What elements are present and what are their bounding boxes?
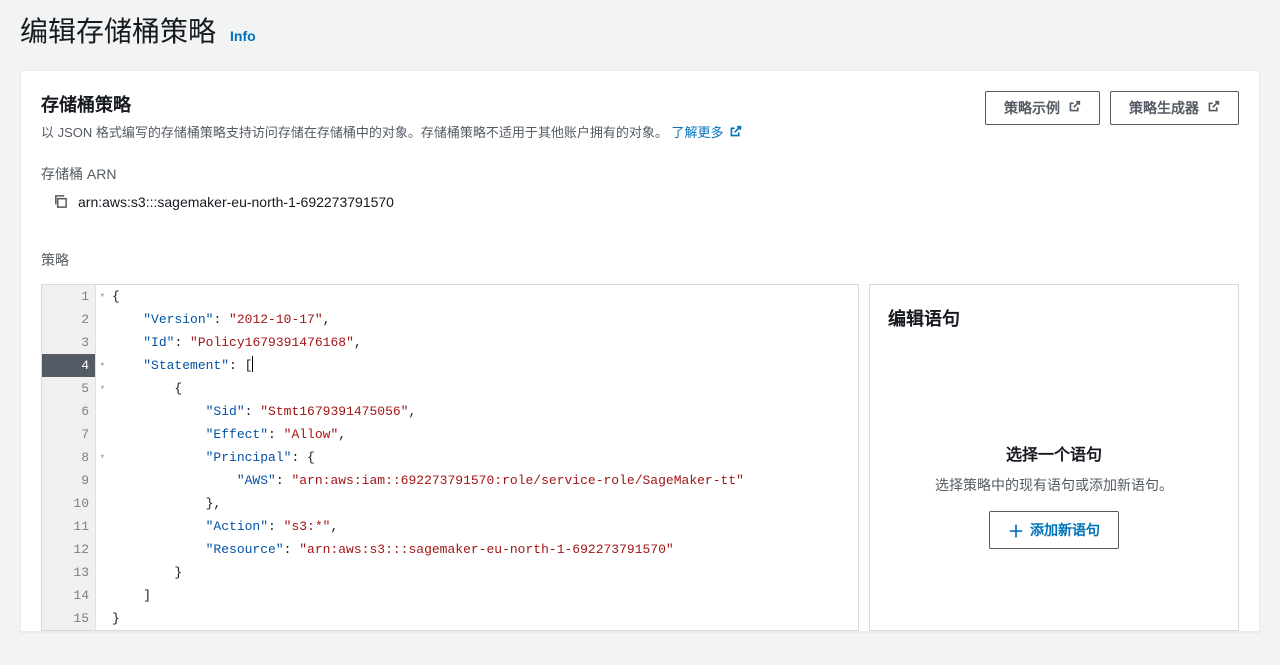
code-line[interactable]: 6 "Sid": "Stmt1679391475056",: [42, 400, 858, 423]
line-number[interactable]: 2: [42, 308, 96, 331]
cursor: [252, 356, 253, 372]
policy-generator-button[interactable]: 策略生成器: [1110, 91, 1239, 125]
policy-card: 存储桶策略 以 JSON 格式编写的存储桶策略支持访问存储在存储桶中的对象。存储…: [20, 70, 1260, 632]
card-title: 存储桶策略: [41, 91, 985, 117]
code-line[interactable]: 10 },: [42, 492, 858, 515]
code-content[interactable]: "Action": "s3:*",: [96, 515, 338, 538]
line-number[interactable]: 3: [42, 331, 96, 354]
policy-examples-button[interactable]: 策略示例: [985, 91, 1100, 125]
code-line[interactable]: 9 "AWS": "arn:aws:iam::692273791570:role…: [42, 469, 858, 492]
learn-more-link[interactable]: 了解更多: [672, 125, 743, 140]
line-number[interactable]: 14: [42, 584, 96, 607]
line-number[interactable]: 15: [42, 607, 96, 630]
line-number[interactable]: 13: [42, 561, 96, 584]
code-editor[interactable]: 1{2 "Version": "2012-10-17",3 "Id": "Pol…: [41, 284, 859, 631]
line-number[interactable]: 6: [42, 400, 96, 423]
statement-panel: 编辑语句 选择一个语句 选择策略中的现有语句或添加新语句。 ＋ 添加新语句: [869, 284, 1239, 631]
code-content[interactable]: "Statement": [: [96, 354, 253, 377]
code-content[interactable]: {: [96, 377, 182, 400]
code-content[interactable]: "Effect": "Allow",: [96, 423, 346, 446]
arn-value: arn:aws:s3:::sagemaker-eu-north-1-692273…: [78, 194, 394, 210]
card-description-text: 以 JSON 格式编写的存储桶策略支持访问存储在存储桶中的对象。存储桶策略不适用…: [41, 125, 668, 140]
code-content[interactable]: "Version": "2012-10-17",: [96, 308, 330, 331]
code-content[interactable]: }: [96, 607, 120, 630]
code-line[interactable]: 13 }: [42, 561, 858, 584]
info-link[interactable]: Info: [230, 28, 256, 44]
add-statement-label: 添加新语句: [1030, 520, 1100, 540]
code-content[interactable]: },: [96, 492, 221, 515]
page-header: 编辑存储桶策略 Info: [0, 0, 1280, 70]
line-number[interactable]: 8: [42, 446, 96, 469]
line-number[interactable]: 7: [42, 423, 96, 446]
code-content[interactable]: "Id": "Policy1679391476168",: [96, 331, 362, 354]
statement-sub: 选择策略中的现有语句或添加新语句。: [935, 475, 1173, 495]
code-line[interactable]: 3 "Id": "Policy1679391476168",: [42, 331, 858, 354]
line-number[interactable]: 12: [42, 538, 96, 561]
card-description: 以 JSON 格式编写的存储桶策略支持访问存储在存储桶中的对象。存储桶策略不适用…: [41, 123, 985, 144]
code-line[interactable]: 1{: [42, 285, 858, 308]
code-content[interactable]: "AWS": "arn:aws:iam::692273791570:role/s…: [96, 469, 744, 492]
external-link-icon: [729, 124, 742, 144]
code-content[interactable]: ]: [96, 584, 151, 607]
line-number[interactable]: 4: [42, 354, 96, 377]
code-line[interactable]: 15}: [42, 607, 858, 630]
learn-more-text: 了解更多: [672, 125, 724, 140]
code-line[interactable]: 14 ]: [42, 584, 858, 607]
code-line[interactable]: 7 "Effect": "Allow",: [42, 423, 858, 446]
arn-label: 存储桶 ARN: [41, 164, 1239, 184]
code-content[interactable]: "Resource": "arn:aws:s3:::sagemaker-eu-n…: [96, 538, 674, 561]
code-line[interactable]: 4 "Statement": [: [42, 354, 858, 377]
statement-heading: 选择一个语句: [1006, 441, 1102, 465]
copy-icon[interactable]: [53, 194, 68, 209]
line-number[interactable]: 1: [42, 285, 96, 308]
code-line[interactable]: 11 "Action": "s3:*",: [42, 515, 858, 538]
code-content[interactable]: "Sid": "Stmt1679391475056",: [96, 400, 416, 423]
code-content[interactable]: }: [96, 561, 182, 584]
code-line[interactable]: 12 "Resource": "arn:aws:s3:::sagemaker-e…: [42, 538, 858, 561]
code-line[interactable]: 2 "Version": "2012-10-17",: [42, 308, 858, 331]
code-line[interactable]: 8 "Principal": {: [42, 446, 858, 469]
line-number[interactable]: 11: [42, 515, 96, 538]
plus-icon: ＋: [1008, 518, 1024, 542]
policy-examples-label: 策略示例: [1004, 98, 1060, 118]
line-number[interactable]: 10: [42, 492, 96, 515]
line-number[interactable]: 9: [42, 469, 96, 492]
code-line[interactable]: 5 {: [42, 377, 858, 400]
add-statement-button[interactable]: ＋ 添加新语句: [989, 511, 1119, 549]
code-content[interactable]: "Principal": {: [96, 446, 315, 469]
policy-label: 策略: [41, 250, 1239, 270]
policy-generator-label: 策略生成器: [1129, 98, 1199, 118]
page-title: 编辑存储桶策略: [20, 10, 216, 50]
line-number[interactable]: 5: [42, 377, 96, 400]
statement-panel-title: 编辑语句: [888, 305, 1220, 331]
external-link-icon: [1068, 100, 1081, 116]
external-link-icon: [1207, 100, 1220, 116]
